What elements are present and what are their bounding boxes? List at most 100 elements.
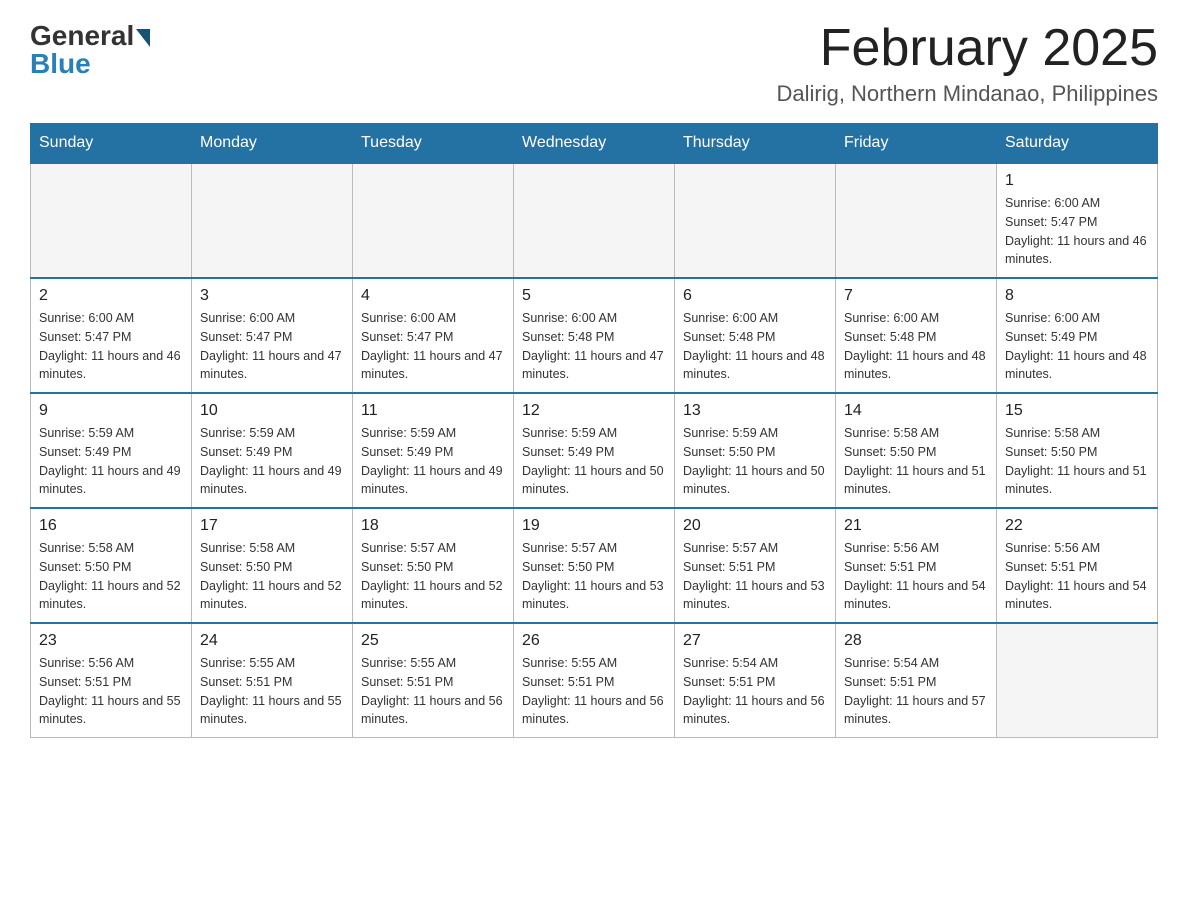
calendar-cell: 14Sunrise: 5:58 AMSunset: 5:50 PMDayligh… [836, 393, 997, 508]
calendar-cell: 7 Sunrise: 6:00 AMSunset: 5:48 PMDaylight… [836, 278, 997, 393]
logo: General Blue [30, 20, 150, 80]
day-info: Sunrise: 6:00 AMSunset: 5:47 PMDaylight:… [1005, 194, 1149, 269]
day-info: Sunrise: 5:58 AMSunset: 5:50 PMDaylight:… [39, 539, 183, 614]
calendar-cell: 22 Sunrise: 5:56 AMSunset: 5:51 PMDayligh… [997, 508, 1158, 623]
day-info: Sunrise: 5:57 AMSunset: 5:50 PMDaylight:… [522, 539, 666, 614]
day-info: Sunrise: 5:59 AMSunset: 5:49 PMDaylight:… [361, 424, 505, 499]
calendar-cell [31, 163, 192, 278]
calendar-cell: 18 Sunrise: 5:57 AMSunset: 5:50 PMDayligh… [353, 508, 514, 623]
logo-blue-text: Blue [30, 48, 91, 80]
day-info: Sunrise: 5:59 AMSunset: 5:49 PMDaylight:… [522, 424, 666, 499]
calendar-cell [353, 163, 514, 278]
calendar-cell: 1 Sunrise: 6:00 AMSunset: 5:47 PMDaylight… [997, 163, 1158, 278]
day-info: Sunrise: 5:59 AMSunset: 5:49 PMDaylight:… [39, 424, 183, 499]
day-info: Sunrise: 5:57 AMSunset: 5:50 PMDaylight:… [361, 539, 505, 614]
page-subtitle: Dalirig, Northern Mindanao, Philippines [776, 81, 1158, 107]
calendar-cell: 12 Sunrise: 5:59 AMSunset: 5:49 PMDayligh… [514, 393, 675, 508]
calendar-week-1: 1 Sunrise: 6:00 AMSunset: 5:47 PMDaylight… [31, 163, 1158, 278]
day-number: 11 [361, 402, 505, 420]
calendar-cell: 19 Sunrise: 5:57 AMSunset: 5:50 PMDayligh… [514, 508, 675, 623]
calendar-header-tuesday: Tuesday [353, 124, 514, 164]
calendar-cell: 23 Sunrise: 5:56 AMSunset: 5:51 PMDayligh… [31, 623, 192, 738]
day-info: Sunrise: 6:00 AMSunset: 5:47 PMDaylight:… [361, 309, 505, 384]
day-number: 7 [844, 287, 988, 305]
calendar-cell: 6Sunrise: 6:00 AMSunset: 5:48 PMDaylight… [675, 278, 836, 393]
day-number: 2 [39, 287, 183, 305]
day-number: 10 [200, 402, 344, 420]
calendar-cell: 10 Sunrise: 5:59 AMSunset: 5:49 PMDayligh… [192, 393, 353, 508]
calendar-cell: 28 Sunrise: 5:54 AMSunset: 5:51 PMDayligh… [836, 623, 997, 738]
day-number: 16 [39, 517, 183, 535]
day-number: 23 [39, 632, 183, 650]
day-info: Sunrise: 5:56 AMSunset: 5:51 PMDaylight:… [1005, 539, 1149, 614]
calendar-cell [675, 163, 836, 278]
calendar-cell: 4 Sunrise: 6:00 AMSunset: 5:47 PMDaylight… [353, 278, 514, 393]
logo-arrow-icon [136, 29, 150, 47]
day-info: Sunrise: 6:00 AMSunset: 5:49 PMDaylight:… [1005, 309, 1149, 384]
calendar-cell: 26Sunrise: 5:55 AMSunset: 5:51 PMDayligh… [514, 623, 675, 738]
day-number: 13 [683, 402, 827, 420]
calendar-header-row: SundayMondayTuesdayWednesdayThursdayFrid… [31, 124, 1158, 164]
calendar-cell [836, 163, 997, 278]
calendar-header-saturday: Saturday [997, 124, 1158, 164]
title-block: February 2025 Dalirig, Northern Mindanao… [776, 20, 1158, 107]
calendar-week-5: 23 Sunrise: 5:56 AMSunset: 5:51 PMDayligh… [31, 623, 1158, 738]
calendar-cell: 24Sunrise: 5:55 AMSunset: 5:51 PMDayligh… [192, 623, 353, 738]
calendar-cell: 16 Sunrise: 5:58 AMSunset: 5:50 PMDayligh… [31, 508, 192, 623]
day-info: Sunrise: 5:55 AMSunset: 5:51 PMDaylight:… [361, 654, 505, 729]
day-info: Sunrise: 6:00 AMSunset: 5:48 PMDaylight:… [844, 309, 988, 384]
calendar-cell: 27 Sunrise: 5:54 AMSunset: 5:51 PMDayligh… [675, 623, 836, 738]
day-number: 9 [39, 402, 183, 420]
calendar-cell: 2 Sunrise: 6:00 AMSunset: 5:47 PMDaylight… [31, 278, 192, 393]
calendar-cell: 3 Sunrise: 6:00 AMSunset: 5:47 PMDaylight… [192, 278, 353, 393]
day-info: Sunrise: 5:59 AMSunset: 5:49 PMDaylight:… [200, 424, 344, 499]
day-number: 19 [522, 517, 666, 535]
day-number: 25 [361, 632, 505, 650]
day-number: 12 [522, 402, 666, 420]
day-number: 20 [683, 517, 827, 535]
day-number: 15 [1005, 402, 1149, 420]
day-info: Sunrise: 5:54 AMSunset: 5:51 PMDaylight:… [844, 654, 988, 729]
day-number: 21 [844, 517, 988, 535]
calendar-cell: 17Sunrise: 5:58 AMSunset: 5:50 PMDayligh… [192, 508, 353, 623]
day-info: Sunrise: 6:00 AMSunset: 5:47 PMDaylight:… [200, 309, 344, 384]
day-number: 14 [844, 402, 988, 420]
calendar-week-4: 16 Sunrise: 5:58 AMSunset: 5:50 PMDayligh… [31, 508, 1158, 623]
calendar-cell: 25 Sunrise: 5:55 AMSunset: 5:51 PMDayligh… [353, 623, 514, 738]
calendar-cell: 11 Sunrise: 5:59 AMSunset: 5:49 PMDayligh… [353, 393, 514, 508]
day-number: 18 [361, 517, 505, 535]
calendar-header-sunday: Sunday [31, 124, 192, 164]
calendar-cell: 13 Sunrise: 5:59 AMSunset: 5:50 PMDayligh… [675, 393, 836, 508]
day-info: Sunrise: 5:59 AMSunset: 5:50 PMDaylight:… [683, 424, 827, 499]
calendar-cell: 21 Sunrise: 5:56 AMSunset: 5:51 PMDayligh… [836, 508, 997, 623]
calendar-header-monday: Monday [192, 124, 353, 164]
calendar-cell: 15Sunrise: 5:58 AMSunset: 5:50 PMDayligh… [997, 393, 1158, 508]
day-number: 1 [1005, 172, 1149, 190]
calendar-cell: 5Sunrise: 6:00 AMSunset: 5:48 PMDaylight… [514, 278, 675, 393]
day-number: 22 [1005, 517, 1149, 535]
day-info: Sunrise: 5:56 AMSunset: 5:51 PMDaylight:… [39, 654, 183, 729]
page-title: February 2025 [776, 20, 1158, 77]
day-info: Sunrise: 5:57 AMSunset: 5:51 PMDaylight:… [683, 539, 827, 614]
day-number: 28 [844, 632, 988, 650]
day-number: 24 [200, 632, 344, 650]
day-number: 6 [683, 287, 827, 305]
page-header: General Blue February 2025 Dalirig, Nort… [30, 20, 1158, 107]
calendar-header-friday: Friday [836, 124, 997, 164]
day-info: Sunrise: 5:54 AMSunset: 5:51 PMDaylight:… [683, 654, 827, 729]
day-number: 27 [683, 632, 827, 650]
day-number: 26 [522, 632, 666, 650]
calendar-table: SundayMondayTuesdayWednesdayThursdayFrid… [30, 123, 1158, 738]
calendar-week-2: 2 Sunrise: 6:00 AMSunset: 5:47 PMDaylight… [31, 278, 1158, 393]
day-number: 5 [522, 287, 666, 305]
day-info: Sunrise: 6:00 AMSunset: 5:47 PMDaylight:… [39, 309, 183, 384]
day-info: Sunrise: 5:56 AMSunset: 5:51 PMDaylight:… [844, 539, 988, 614]
calendar-cell: 9 Sunrise: 5:59 AMSunset: 5:49 PMDaylight… [31, 393, 192, 508]
calendar-cell: 8 Sunrise: 6:00 AMSunset: 5:49 PMDaylight… [997, 278, 1158, 393]
day-number: 8 [1005, 287, 1149, 305]
calendar-cell: 20 Sunrise: 5:57 AMSunset: 5:51 PMDayligh… [675, 508, 836, 623]
calendar-header-wednesday: Wednesday [514, 124, 675, 164]
day-number: 3 [200, 287, 344, 305]
day-number: 4 [361, 287, 505, 305]
day-info: Sunrise: 5:58 AMSunset: 5:50 PMDaylight:… [200, 539, 344, 614]
